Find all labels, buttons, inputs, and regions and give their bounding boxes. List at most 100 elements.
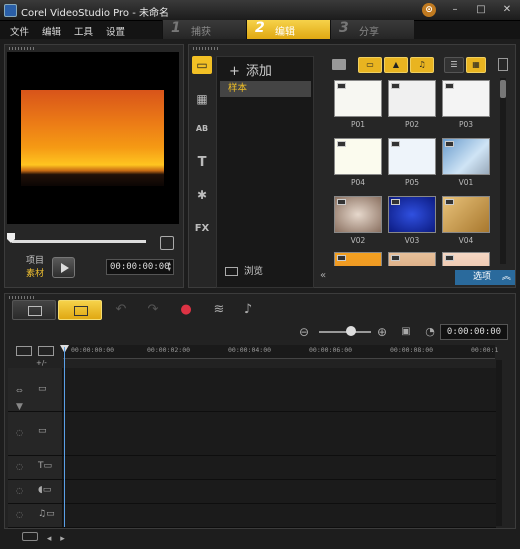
zoom-slider[interactable] xyxy=(319,331,371,333)
ripple-edit-icon[interactable]: ⇔ xyxy=(16,386,28,398)
thumbnail-item[interactable]: P03 xyxy=(442,80,490,132)
timecode-value: 00:00:00:00 xyxy=(110,262,170,272)
video-badge-icon xyxy=(337,199,346,205)
graphic-icon[interactable]: ✱ xyxy=(192,186,212,204)
scrollbar-thumb[interactable] xyxy=(500,80,506,98)
library-folder-sample[interactable]: 样本 xyxy=(220,81,311,97)
track-visibility-icon[interactable]: ◌ xyxy=(16,510,28,522)
collapse-library-icon[interactable]: « xyxy=(320,270,334,285)
track-area[interactable] xyxy=(64,456,496,479)
auto-music-icon[interactable]: ♪ xyxy=(238,300,258,320)
music-track-icon[interactable]: ♫▭ xyxy=(38,509,56,523)
title-track-icon[interactable]: T▭ xyxy=(38,461,56,475)
thumbnail-image xyxy=(334,80,382,117)
scroll-right-icon[interactable]: ▸ xyxy=(60,534,65,544)
thumbnail-item[interactable] xyxy=(442,252,490,266)
timeline-ruler[interactable]: 00:00:00:00 00:00:02:00 00:00:04:00 00:0… xyxy=(63,345,498,359)
video-icon[interactable]: ▭ xyxy=(192,56,212,74)
show-photo-button[interactable]: ▲ xyxy=(384,57,408,73)
tab-capture[interactable]: 1 捕获 xyxy=(162,20,246,39)
transition-icon[interactable]: AB xyxy=(192,120,212,138)
timecode-spinner-icon[interactable]: ▲ ▼ xyxy=(167,261,171,273)
overlay-track-icon[interactable]: ▭ xyxy=(38,426,56,440)
maximize-button[interactable]: □ xyxy=(474,3,488,17)
track-visibility-icon[interactable]: ◌ xyxy=(16,428,28,440)
enlarge-preview-icon[interactable] xyxy=(160,236,174,250)
tab-share[interactable]: 3 分享 xyxy=(330,20,414,39)
panel-grip[interactable] xyxy=(193,47,219,50)
timeline-view-button[interactable] xyxy=(58,300,102,320)
thumbnail-item[interactable]: V04 xyxy=(442,196,490,248)
help-button[interactable]: ⊙ xyxy=(422,3,436,17)
track-manager-icon[interactable] xyxy=(16,346,32,356)
timeline-tracks: ⇔ ▭ ▼ ◌ ▭ ◌ T▭ ◌ ◖▭ ◌ ♫▭ xyxy=(8,360,496,528)
options-button[interactable]: 选项 ︽ xyxy=(455,270,515,285)
thumbnail-item[interactable]: P04 xyxy=(334,138,382,190)
voice-track-icon[interactable]: ◖▭ xyxy=(38,485,56,499)
thumbnail-item[interactable]: V03 xyxy=(388,196,436,248)
thumbnail-item[interactable] xyxy=(388,252,436,266)
panel-grip[interactable] xyxy=(9,47,35,50)
add-folder-button[interactable]: + 添加 xyxy=(229,60,278,79)
sort-icon[interactable] xyxy=(498,58,508,71)
track-area[interactable] xyxy=(64,368,496,411)
thumbnail-view-button[interactable]: ▦ xyxy=(466,57,486,73)
storyboard-view-button[interactable] xyxy=(12,300,56,320)
list-view-button[interactable]: ☰ xyxy=(444,57,464,73)
scroll-left-icon[interactable]: ◂ xyxy=(47,534,52,544)
track-visibility-icon[interactable]: ◌ xyxy=(16,462,28,474)
undo-icon[interactable]: ↶ xyxy=(111,300,131,320)
track-area[interactable] xyxy=(64,412,496,455)
thumbnail-image xyxy=(442,196,490,233)
chapter-cue-icon[interactable] xyxy=(38,346,54,356)
play-button[interactable] xyxy=(52,257,75,278)
mode-project[interactable]: 项目 xyxy=(26,255,44,268)
menu-settings[interactable]: 设置 xyxy=(106,24,125,38)
thumbnail-item[interactable]: P01 xyxy=(334,80,382,132)
redo-icon[interactable]: ↷ xyxy=(143,300,163,320)
thumbnail-item[interactable]: P05 xyxy=(388,138,436,190)
thumbnail-item[interactable] xyxy=(334,252,382,266)
scroll-mode-icon[interactable] xyxy=(22,532,38,541)
instant-project-icon[interactable]: ▦ xyxy=(192,90,212,108)
timeline-timecode[interactable]: 0:00:00:00 xyxy=(440,324,508,340)
close-button[interactable]: ✕ xyxy=(500,3,514,17)
thumbnail-item[interactable]: P02 xyxy=(388,80,436,132)
library-scrollbar[interactable] xyxy=(500,78,506,264)
folder-icon[interactable] xyxy=(332,59,346,70)
zoom-in-icon[interactable]: ⊕ xyxy=(372,322,392,342)
photo-badge-icon xyxy=(337,83,346,89)
play-mode-selector[interactable]: 项目 素材 xyxy=(26,255,44,281)
minimize-button[interactable]: – xyxy=(448,3,462,17)
thumbnail-caption: P03 xyxy=(458,120,474,129)
mode-clip[interactable]: 素材 xyxy=(26,268,44,281)
thumbnail-item[interactable]: V02 xyxy=(334,196,382,248)
show-audio-button[interactable]: ♫ xyxy=(410,57,434,73)
panel-grip[interactable] xyxy=(9,296,35,299)
project-duration-icon[interactable]: ◔ xyxy=(420,322,440,342)
title-icon[interactable]: T xyxy=(192,154,212,172)
thumbnail-item[interactable]: V01 xyxy=(442,138,490,190)
photo-badge-icon xyxy=(391,141,400,147)
menu-edit[interactable]: 编辑 xyxy=(42,24,61,38)
filter-icon[interactable]: FX xyxy=(192,220,212,238)
video-badge-icon xyxy=(391,199,400,205)
track-area[interactable] xyxy=(64,480,496,503)
record-capture-icon[interactable]: ● xyxy=(176,300,196,320)
video-track-icon[interactable]: ▭ xyxy=(38,384,56,398)
scrub-bar[interactable] xyxy=(12,240,146,243)
timeline-vertical-scrollbar[interactable] xyxy=(496,360,502,526)
player-timecode[interactable]: 00:00:00:00 ▲ ▼ xyxy=(106,259,174,275)
track-area[interactable] xyxy=(64,504,496,527)
menu-tools[interactable]: 工具 xyxy=(74,24,93,38)
menu-file[interactable]: 文件 xyxy=(10,24,29,38)
tab-edit[interactable]: 2 编辑 xyxy=(246,20,330,39)
browse-button[interactable]: 浏览 xyxy=(225,263,263,277)
show-video-button[interactable]: ▭ xyxy=(358,57,382,73)
fit-project-icon[interactable]: ▣ xyxy=(396,322,416,342)
zoom-out-icon[interactable]: ⊖ xyxy=(294,322,314,342)
sound-mixer-icon[interactable]: ≋ xyxy=(209,300,229,320)
track-visibility-icon[interactable]: ◌ xyxy=(16,486,28,498)
library-folder-list: + 添加 样本 浏览 xyxy=(216,56,314,288)
zoom-slider-knob[interactable] xyxy=(346,326,356,336)
